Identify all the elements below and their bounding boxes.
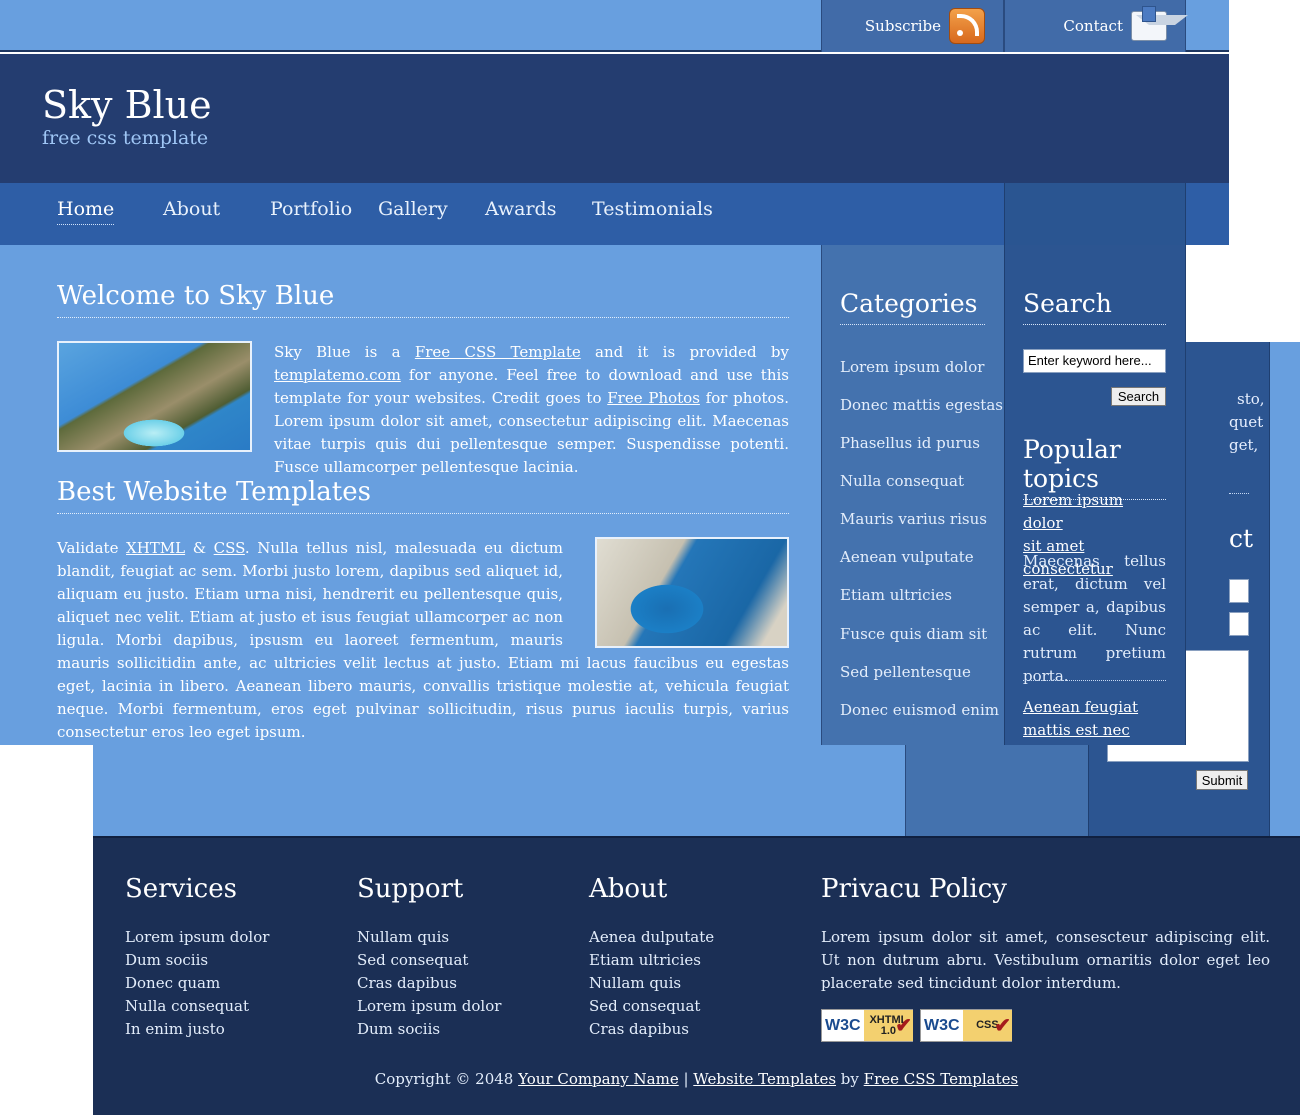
footer-link[interactable]: Cras dapibus	[589, 1018, 714, 1041]
checkmark-icon: ✔	[895, 1015, 912, 1037]
mail-icon	[1131, 6, 1188, 41]
background-heading: ct	[1229, 524, 1254, 553]
privacy-text: Lorem ipsum dolor sit amet, consescteur …	[821, 928, 1270, 992]
w3c-logo: W3C	[921, 1010, 963, 1041]
text: Copyright © 2048	[374, 1070, 519, 1088]
divider	[1229, 493, 1249, 494]
w3c-logo: W3C	[822, 1010, 864, 1041]
categories-heading: Categories	[840, 289, 985, 325]
divider	[1023, 680, 1166, 681]
footer-link[interactable]: Dum sociis	[357, 1018, 501, 1041]
search-heading: Search	[1023, 289, 1166, 325]
text: by	[836, 1070, 864, 1088]
footer-link[interactable]: Lorem ipsum dolor	[125, 926, 269, 949]
text: Sky Blue is a	[274, 343, 415, 361]
footer-privacy-heading: Privacu Policy	[821, 874, 1007, 904]
footer-services-heading: Services	[125, 874, 237, 904]
background-text: get,	[1229, 436, 1259, 454]
footer-link[interactable]: Nulla consequat	[125, 995, 269, 1018]
popular-link-line[interactable]: Aenean feugiat	[1023, 698, 1138, 716]
badge-label-line: 1.0	[880, 1024, 897, 1037]
footer-link[interactable]: Nullam quis	[589, 972, 714, 995]
text: Validate	[57, 539, 127, 557]
text: &	[185, 539, 214, 557]
background-input[interactable]	[1229, 579, 1249, 603]
footer-link[interactable]: In enim justo	[125, 1018, 269, 1041]
contact-label: Contact	[1063, 17, 1123, 35]
text: |	[678, 1070, 694, 1088]
search-input[interactable]: Enter keyword here...	[1023, 349, 1166, 373]
background-input[interactable]	[1229, 612, 1249, 636]
category-link[interactable]: Fusce quis diam sit	[840, 625, 987, 643]
nav-home[interactable]: Home	[57, 198, 115, 225]
category-link[interactable]: Phasellus id purus	[840, 434, 980, 452]
welcome-heading: Welcome to Sky Blue	[57, 281, 789, 318]
w3c-css-badge[interactable]: W3C CSS ✔	[920, 1009, 1013, 1042]
website-templates-link[interactable]: Website Templates	[693, 1070, 836, 1088]
copyright: Copyright © 2048 Your Company Name | Web…	[93, 1070, 1300, 1088]
free-css-template-link[interactable]: Free CSS Template	[415, 343, 581, 361]
popular-topic-link[interactable]: Aenean feugiat mattis est nec	[1023, 696, 1166, 742]
category-link[interactable]: Etiam ultricies	[840, 586, 952, 604]
footer-about-list: Aenea dulputate Etiam ultricies Nullam q…	[589, 926, 714, 1041]
text: and it is provided by	[580, 343, 789, 361]
beach-photo	[57, 341, 252, 452]
popular-link-line[interactable]: mattis est nec	[1023, 721, 1130, 739]
float-spacer	[563, 537, 789, 651]
site-title: Sky Blue	[42, 83, 212, 127]
footer-link[interactable]: Nullam quis	[357, 926, 501, 949]
footer-link[interactable]: Sed consequat	[589, 995, 714, 1018]
footer-link[interactable]: Sed consequat	[357, 949, 501, 972]
background-text: quet	[1229, 413, 1264, 431]
footer-link[interactable]: Cras dapibus	[357, 972, 501, 995]
free-css-templates-link[interactable]: Free CSS Templates	[864, 1070, 1019, 1088]
background-page-column	[905, 742, 1088, 836]
category-link[interactable]: Sed pellentesque	[840, 663, 971, 681]
free-photos-link[interactable]: Free Photos	[607, 389, 700, 407]
footer-link[interactable]: Lorem ipsum dolor	[357, 995, 501, 1018]
nav-gallery[interactable]: Gallery	[378, 198, 448, 220]
footer-support-heading: Support	[357, 874, 464, 904]
popular-link-line[interactable]: Lorem ipsum dolor	[1023, 491, 1123, 532]
category-link[interactable]: Mauris varius risus	[840, 510, 987, 528]
category-link[interactable]: Aenean vulputate	[840, 548, 974, 566]
css-link[interactable]: CSS	[214, 539, 245, 557]
background-text: sto,	[1237, 390, 1265, 408]
footer-services-list: Lorem ipsum dolor Dum sociis Donec quam …	[125, 926, 269, 1041]
welcome-paragraph: Sky Blue is a Free CSS Template and it i…	[274, 341, 789, 479]
xhtml-link[interactable]: XHTML	[126, 539, 185, 557]
nav-awards[interactable]: Awards	[485, 198, 556, 220]
best-templates-paragraph: Validate XHTML & CSS. Nulla tellus nisl,…	[57, 537, 789, 744]
company-link[interactable]: Your Company Name	[518, 1070, 679, 1088]
footer-link[interactable]: Dum sociis	[125, 949, 269, 972]
subscribe-link[interactable]: Subscribe	[821, 0, 1004, 52]
category-link[interactable]: Nulla consequat	[840, 472, 964, 490]
w3c-xhtml-badge[interactable]: W3C XHTML 1.0 ✔	[821, 1009, 914, 1042]
search-button[interactable]: Search	[1111, 387, 1166, 406]
popular-topic-text: Maecenas tellus erat, dictum vel semper …	[1023, 552, 1166, 685]
footer-link[interactable]: Etiam ultricies	[589, 949, 714, 972]
category-link[interactable]: Lorem ipsum dolor	[840, 358, 984, 376]
contact-link[interactable]: Contact	[1004, 0, 1188, 52]
footer-link[interactable]: Aenea dulputate	[589, 926, 714, 949]
rss-icon	[949, 8, 985, 44]
subscribe-label: Subscribe	[864, 17, 941, 35]
nav-about[interactable]: About	[163, 198, 220, 220]
checkmark-icon: ✔	[994, 1015, 1011, 1037]
submit-button[interactable]: Submit	[1196, 770, 1248, 790]
nav-testimonials[interactable]: Testimonials	[592, 198, 713, 220]
category-link[interactable]: Donec euismod enim	[840, 701, 999, 719]
footer-about-heading: About	[589, 874, 668, 904]
nav-portfolio[interactable]: Portfolio	[270, 198, 352, 220]
category-link[interactable]: Donec mattis egestas	[840, 396, 1003, 414]
footer-support-list: Nullam quis Sed consequat Cras dapibus L…	[357, 926, 501, 1041]
nav-column-block	[1004, 183, 1186, 245]
best-templates-heading: Best Website Templates	[57, 477, 789, 514]
templatemo-link[interactable]: templatemo.com	[274, 366, 401, 384]
site-subtitle: free css template	[42, 127, 209, 149]
footer-link[interactable]: Donec quam	[125, 972, 269, 995]
